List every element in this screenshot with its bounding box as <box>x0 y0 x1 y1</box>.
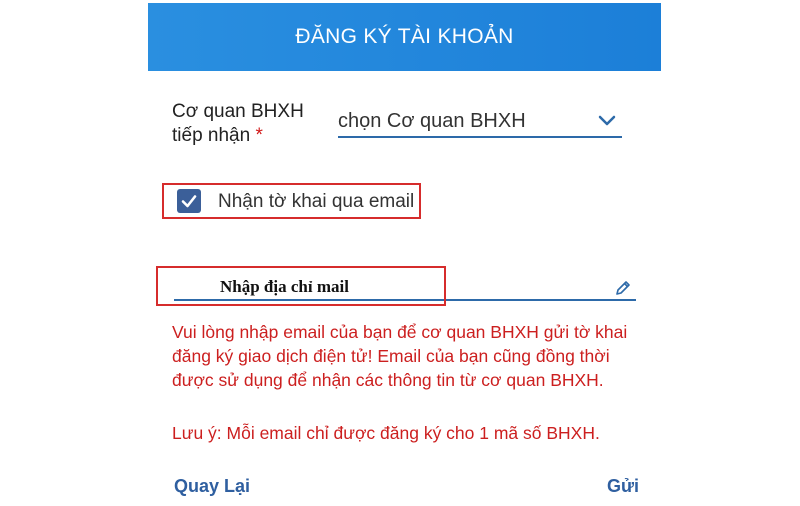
page-title: ĐĂNG KÝ TÀI KHOẢN <box>295 25 514 48</box>
chevron-down-icon[interactable] <box>598 115 616 127</box>
agency-label-line1: Cơ quan BHXH <box>172 101 304 122</box>
pencil-icon[interactable] <box>614 279 632 297</box>
agency-select-value: chọn Cơ quan BHXH <box>338 109 526 132</box>
checkmark-icon <box>181 195 197 208</box>
email-option-label: Nhận tờ khai qua email <box>218 191 415 212</box>
agency-field-label: Cơ quan BHXH tiếp nhận * <box>172 100 304 148</box>
back-button[interactable]: Quay Lại <box>174 476 250 497</box>
page-header: ĐĂNG KÝ TÀI KHOẢN <box>148 3 661 71</box>
email-notice-text: Vui lòng nhập email của bạn để cơ quan B… <box>172 322 628 390</box>
email-note-text: Lưu ý: Mỗi email chỉ được đăng ký cho 1 … <box>172 423 600 443</box>
email-input[interactable] <box>174 275 636 301</box>
agency-select[interactable]: chọn Cơ quan BHXH <box>338 106 622 138</box>
send-button[interactable]: Gửi <box>607 476 639 497</box>
agency-label-line2: tiếp nhận <box>172 125 251 146</box>
email-option-checkbox[interactable] <box>177 189 201 213</box>
required-mark: * <box>255 125 263 146</box>
